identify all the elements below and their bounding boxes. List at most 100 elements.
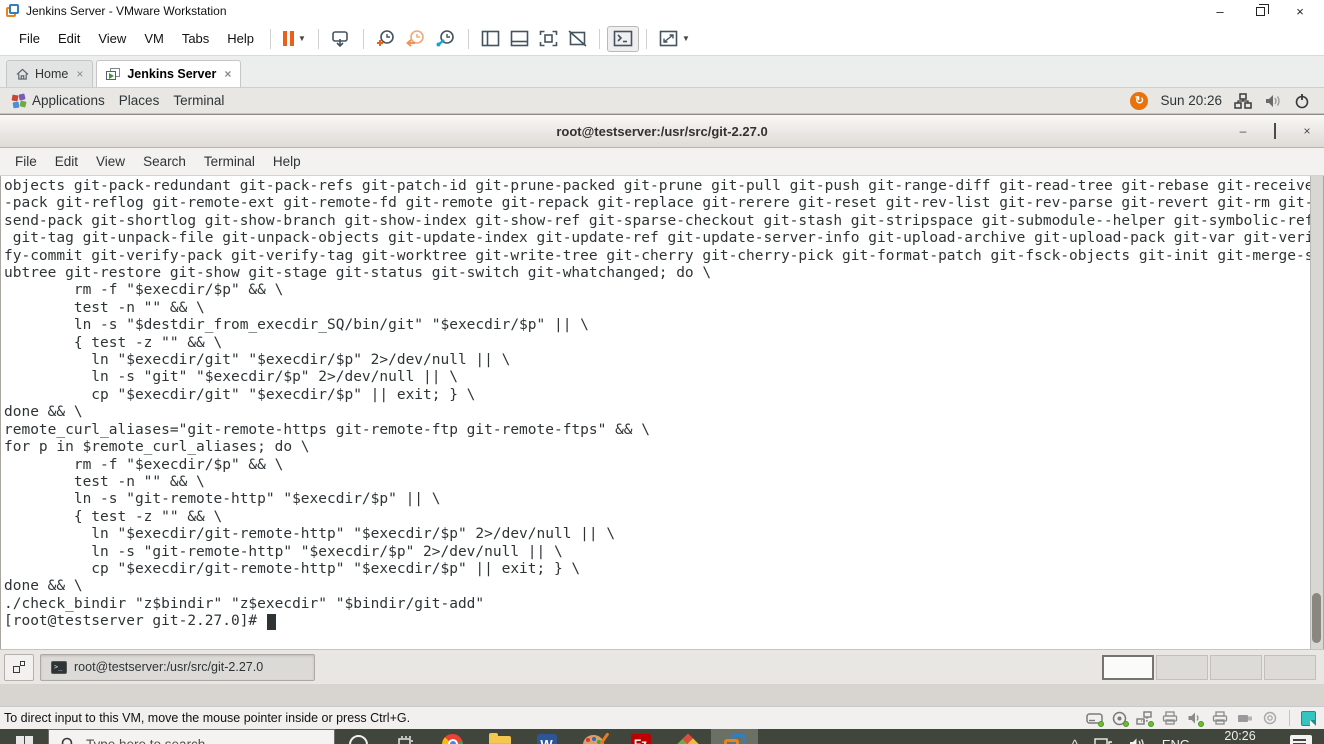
virtual-printer-icon[interactable] (1211, 711, 1228, 725)
start-button[interactable] (0, 729, 48, 744)
menu-tabs[interactable]: Tabs (173, 27, 218, 50)
terminal-minimize-button[interactable]: – (1236, 124, 1250, 138)
tray-volume-icon[interactable] (1123, 729, 1152, 744)
menu-help[interactable]: Help (218, 27, 263, 50)
restore-icon (1255, 3, 1269, 16)
terminal-close-button[interactable]: × (1300, 124, 1314, 138)
task-view-button[interactable] (382, 729, 429, 744)
network-icon[interactable] (1234, 92, 1252, 109)
show-thumbnail-bar-button[interactable] (505, 26, 534, 52)
terminal-menu-edit[interactable]: Edit (46, 151, 87, 172)
software-update-icon[interactable]: ↻ (1130, 91, 1149, 110)
cortana-icon (349, 734, 368, 744)
sound-icon[interactable] (1186, 711, 1204, 727)
diamond-app-button[interactable] (664, 729, 711, 744)
terminal-title: root@testserver:/usr/src/git-2.27.0 (556, 123, 768, 139)
connected-dot (1123, 721, 1129, 727)
language-indicator[interactable]: ENG (1156, 729, 1196, 744)
console-view-button[interactable] (606, 25, 639, 52)
file-explorer-button[interactable] (476, 729, 523, 744)
ctrl-alt-del-icon (332, 30, 348, 47)
tray-chevron-up[interactable]: ^ (1066, 729, 1084, 744)
workspace-4[interactable] (1264, 654, 1316, 680)
terminal-output-area[interactable]: objects git-pack-redundant git-pack-refs… (0, 176, 1324, 649)
tray-network-icon[interactable] (1088, 729, 1119, 744)
enter-full-screen-button[interactable] (534, 26, 563, 52)
terminal-menu-help[interactable]: Help (264, 151, 310, 172)
paint-palette-button[interactable] (570, 729, 617, 744)
word-button[interactable]: W (523, 729, 570, 744)
terminal-menu-view[interactable]: View (87, 151, 134, 172)
tab-home[interactable]: Home × (6, 60, 94, 87)
hard-disk-icon[interactable] (1086, 711, 1104, 727)
terminal-menu-terminal[interactable]: Terminal (195, 151, 264, 172)
terminal-output: objects git-pack-redundant git-pack-refs… (4, 178, 1314, 612)
terminal-titlebar[interactable]: root@testserver:/usr/src/git-2.27.0 – × (0, 115, 1324, 148)
unity-mode-button[interactable] (563, 26, 592, 52)
search-box[interactable]: Type here to search (48, 729, 335, 744)
free-stretch-button[interactable]: ▼ (654, 26, 695, 52)
vm-console-icon (106, 67, 121, 81)
places-menu[interactable]: Places (117, 88, 172, 113)
menu-view[interactable]: View (89, 27, 135, 50)
printer-icon[interactable] (1161, 711, 1178, 725)
terminal-maximize-button[interactable] (1268, 123, 1282, 139)
scrollbar-thumb[interactable] (1312, 593, 1321, 643)
tray-time: 20:26 (1224, 729, 1256, 743)
vmware-logo-icon (6, 4, 20, 18)
message-log-icon[interactable] (1301, 710, 1316, 726)
show-library-button[interactable] (476, 26, 505, 52)
terminal-menu-file[interactable]: File (6, 151, 46, 172)
menu-vm[interactable]: VM (135, 27, 173, 50)
action-center-button[interactable]: 4 (1284, 729, 1318, 744)
notification-icon: 4 (1290, 735, 1312, 744)
usb-device-icon[interactable] (1236, 711, 1253, 725)
windows-taskbar: Type here to search W Fz ^ ENG 20:26 12-… (0, 729, 1324, 744)
menu-edit[interactable]: Edit (49, 27, 89, 50)
caret-down-icon: ▼ (681, 34, 690, 43)
send-ctrl-alt-del-button[interactable] (326, 26, 356, 52)
workspace-1[interactable] (1102, 654, 1154, 680)
vmware-statusbar: To direct input to this VM, move the mou… (0, 706, 1324, 729)
pause-icon (283, 31, 295, 46)
chrome-button[interactable] (429, 729, 476, 744)
workspace-2[interactable] (1156, 654, 1208, 680)
vmware-menubar: File Edit View VM Tabs Help ▼ ▼ (0, 22, 1324, 56)
network-adapter-icon[interactable] (1136, 711, 1154, 727)
vmware-workstation-button[interactable] (711, 729, 758, 744)
vmware-workstation-icon (723, 734, 746, 744)
applications-menu[interactable]: Applications (10, 88, 117, 113)
restore-button[interactable] (1240, 1, 1280, 21)
tray-clock[interactable]: 20:26 12-07-2020 (1200, 729, 1280, 744)
input-hint-text: To direct input to this VM, move the mou… (4, 711, 411, 725)
manage-snapshots-button[interactable] (431, 26, 461, 52)
connected-dot (1148, 721, 1154, 727)
minimize-button[interactable]: – (1200, 1, 1240, 21)
show-desktop-button[interactable] (4, 653, 34, 681)
cd-dvd-icon[interactable] (1111, 711, 1129, 727)
system-tray: ^ ENG 20:26 12-07-2020 4 (1066, 729, 1324, 744)
library-panel-icon (481, 30, 500, 47)
terminal-menu[interactable]: Terminal (171, 88, 236, 113)
tab-jenkins-server[interactable]: Jenkins Server × (96, 60, 242, 87)
guest-clock[interactable]: Sun 20:26 (1160, 93, 1222, 108)
pause-vm-button[interactable]: ▼ (278, 26, 311, 52)
webcam-icon[interactable] (1261, 711, 1278, 725)
cortana-button[interactable] (335, 729, 382, 744)
workspace-3[interactable] (1210, 654, 1262, 680)
terminal-menu-search[interactable]: Search (134, 151, 195, 172)
close-button[interactable]: × (1280, 1, 1320, 21)
take-snapshot-button[interactable] (371, 26, 401, 52)
revert-snapshot-button[interactable] (401, 26, 431, 52)
home-icon (16, 68, 29, 80)
tab-close-icon[interactable]: × (224, 67, 231, 81)
filezilla-button[interactable]: Fz (617, 729, 664, 744)
terminal-scrollbar[interactable] (1310, 176, 1323, 649)
volume-icon[interactable] (1264, 93, 1282, 109)
power-icon[interactable] (1294, 93, 1310, 109)
toolbar-separator (317, 28, 319, 49)
tab-label: Home (35, 67, 69, 81)
menu-file[interactable]: File (10, 27, 49, 50)
terminal-task-button[interactable]: >_ root@testserver:/usr/src/git-2.27.0 (40, 653, 315, 681)
tab-close-icon[interactable]: × (76, 67, 83, 81)
